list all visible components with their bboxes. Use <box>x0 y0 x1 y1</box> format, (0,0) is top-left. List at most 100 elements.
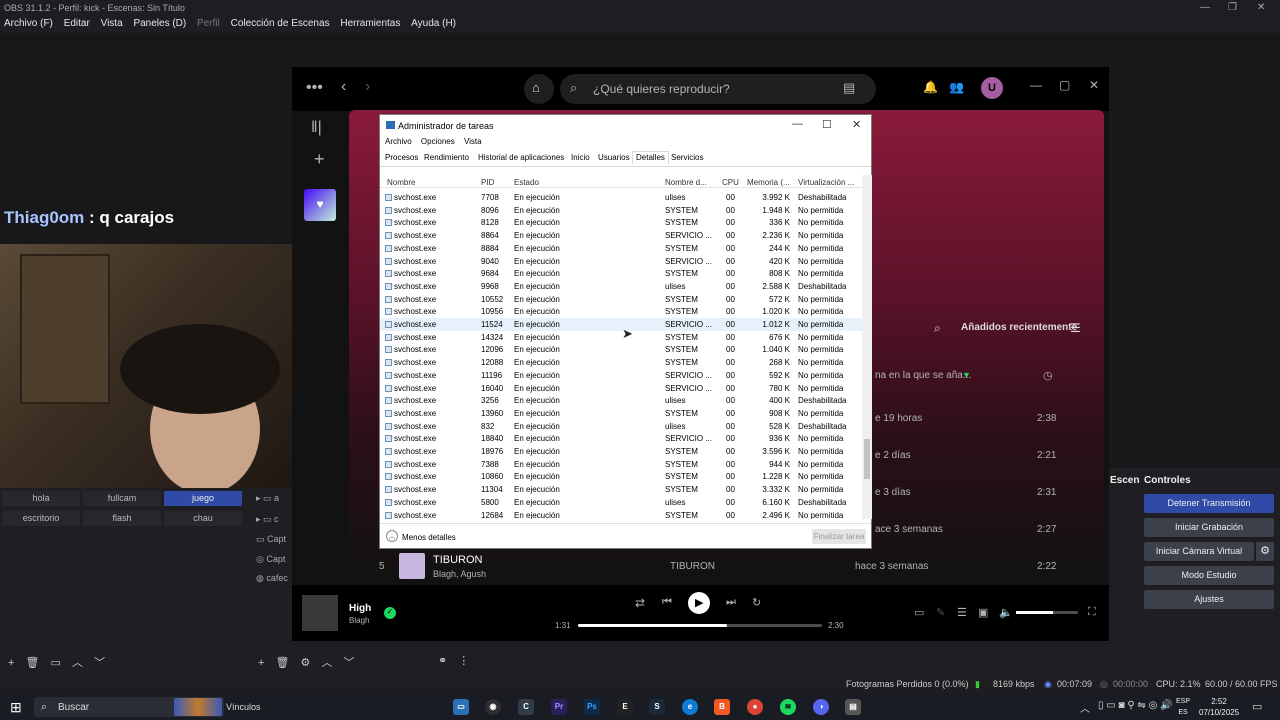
col-memoria[interactable]: Memoria (... <box>747 178 790 187</box>
scene-escritorio[interactable]: escritorio <box>2 511 80 526</box>
col-virtualizacion[interactable]: Virtualización ... <box>798 178 854 187</box>
table-row[interactable]: svchost.exe 13960 En ejecución SYSTEM 00 908 … <box>380 407 862 420</box>
table-row[interactable]: svchost.exe 14324 En ejecución SYSTEM 00 676 … <box>380 331 862 344</box>
bell-icon[interactable]: 🔔 <box>923 80 938 94</box>
table-row[interactable]: svchost.exe 12096 En ejecución SYSTEM 00 1.04… <box>380 343 862 356</box>
maximize-icon[interactable]: ❐ <box>1228 2 1237 13</box>
close-icon[interactable]: ✕ <box>852 118 861 131</box>
tm-menu-opciones[interactable]: Opciones <box>416 136 455 146</box>
volume-icon[interactable]: 🔈 <box>999 606 1013 619</box>
table-row[interactable]: svchost.exe 832 En ejecución ulises 00 528 K D… <box>380 420 862 433</box>
date-added-header[interactable]: na en la que se aña... <box>875 370 971 381</box>
queue-icon[interactable]: ☰ <box>957 606 967 619</box>
table-row[interactable]: svchost.exe 12088 En ejecución SYSTEM 00 268 … <box>380 356 862 369</box>
menu-paneles[interactable]: Paneles (D) <box>129 15 190 29</box>
tab-rendimiento[interactable]: Rendimiento <box>424 153 469 162</box>
search-input[interactable]: ⌕ ¿Qué quieres reproducir? ▤ <box>560 74 876 104</box>
close-icon[interactable]: ✕ <box>1089 78 1099 92</box>
maximize-icon[interactable]: ▢ <box>1059 78 1070 92</box>
end-task-button[interactable]: Finalizar tarea <box>812 529 866 544</box>
tab-servicios[interactable]: Servicios <box>671 153 703 162</box>
tab-procesos[interactable]: Procesos <box>385 153 418 162</box>
tab-historial[interactable]: Historial de aplicaciones <box>478 153 564 162</box>
library-icon[interactable]: ‖| <box>311 119 322 137</box>
virtual-camera-button[interactable]: Iniciar Cámara Virtual <box>1144 542 1254 561</box>
cursor-app-icon[interactable]: C <box>518 699 534 715</box>
volume-slider[interactable] <box>1016 611 1078 614</box>
track-title[interactable]: TIBURON <box>433 554 483 566</box>
tab-usuarios[interactable]: Usuarios <box>598 153 630 162</box>
table-row[interactable]: svchost.exe 8128 En ejecución SYSTEM 00 336 K… <box>380 216 862 229</box>
table-row[interactable]: svchost.exe 16040 En ejecución SERVICIO ...… <box>380 382 862 395</box>
tray-icons[interactable]: ▯ ▭ ◙ ⚲ ⇋ ◎ 🔊 <box>1098 700 1173 711</box>
task-manager-taskbar-icon[interactable]: ▤ <box>845 699 861 715</box>
liked-songs-icon[interactable]: ♥ <box>304 189 336 221</box>
tab-detalles[interactable]: Detalles <box>632 151 669 165</box>
col-estado[interactable]: Estado <box>514 178 539 187</box>
table-row[interactable]: svchost.exe 11196 En ejecución SERVICIO ...… <box>380 369 862 382</box>
start-recording-button[interactable]: Iniciar Grabación <box>1144 518 1274 537</box>
steam-icon[interactable]: S <box>649 699 665 715</box>
search-highlight-image[interactable] <box>174 698 222 716</box>
table-row[interactable]: svchost.exe 18840 En ejecución SERVICIO ...… <box>380 432 862 445</box>
lyrics-icon[interactable]: ▭ <box>914 606 924 619</box>
language-indicator[interactable]: ESP ES <box>1176 696 1190 718</box>
scrollbar-thumb[interactable] <box>864 439 870 479</box>
fullscreen-icon[interactable]: ⛶ <box>1088 606 1096 619</box>
less-details-link[interactable]: Menos detalles <box>402 533 456 542</box>
add-source-icon[interactable]: + <box>258 657 264 669</box>
link-icon[interactable]: ⚭ <box>438 654 447 667</box>
chevron-up-icon[interactable]: ︿ <box>386 530 398 542</box>
menu-editar[interactable]: Editar <box>60 15 94 29</box>
track-row[interactable]: 5 TIBURON Blagh, Agush TIBURON hace 3 se… <box>349 552 1104 580</box>
tm-menu-archivo[interactable]: Archivo <box>380 136 412 146</box>
table-row[interactable]: svchost.exe 9968 En ejecución ulises 00 2.588… <box>380 280 862 293</box>
col-pid[interactable]: PID <box>481 178 494 187</box>
menu-archivo[interactable]: Archivo (F) <box>0 15 57 29</box>
brave-icon[interactable]: B <box>714 699 730 715</box>
notification-icon[interactable]: ▭ <box>1252 700 1262 713</box>
source-item[interactable]: ◎ Capt <box>256 554 285 570</box>
table-row[interactable]: svchost.exe 8096 En ejecución SYSTEM 00 1.948… <box>380 204 862 217</box>
chrome-icon[interactable]: ● <box>747 699 763 715</box>
move-up-icon[interactable]: ︿ <box>321 654 332 670</box>
taskbar-search[interactable]: ⌕ Buscar <box>34 697 224 717</box>
edge-icon[interactable]: e <box>682 699 698 715</box>
add-scene-icon[interactable]: + <box>8 657 14 669</box>
scene-filter-icon[interactable]: ▭ <box>51 656 61 669</box>
col-cpu[interactable]: CPU <box>722 178 739 187</box>
close-icon[interactable]: ✕ <box>1257 2 1265 13</box>
table-row[interactable]: svchost.exe 8884 En ejecución SYSTEM 00 244 K… <box>380 242 862 255</box>
menu-herramientas[interactable]: Herramientas <box>336 15 404 29</box>
minimize-icon[interactable]: — <box>792 118 803 130</box>
epic-games-icon[interactable]: E <box>617 699 633 715</box>
table-row[interactable]: svchost.exe 3256 En ejecución ulises 00 400 K… <box>380 394 862 407</box>
move-down-icon[interactable]: ﹀ <box>94 654 105 670</box>
table-row[interactable]: svchost.exe 9684 En ejecución SYSTEM 00 808 K… <box>380 267 862 280</box>
scrollbar[interactable] <box>862 175 872 519</box>
table-row[interactable]: svchost.exe 11304 En ejecución SYSTEM 00 3.33… <box>380 483 862 496</box>
remove-source-icon[interactable]: 🗑 <box>276 656 290 669</box>
saved-check-icon[interactable]: ✓ <box>384 607 396 619</box>
move-down-icon[interactable]: ﹀ <box>344 654 355 670</box>
now-playing-cover[interactable] <box>302 595 338 631</box>
track-artist[interactable]: Blagh, Agush <box>433 569 486 579</box>
mic-icon[interactable]: ✎ <box>936 606 945 619</box>
table-row[interactable]: svchost.exe 10956 En ejecución SYSTEM 00 1.02… <box>380 305 862 318</box>
col-usuario[interactable]: Nombre d... <box>665 178 707 187</box>
more-icon[interactable]: ••• <box>306 79 323 97</box>
source-item[interactable]: ▭ Capt <box>256 534 286 550</box>
plus-icon[interactable]: + <box>314 149 325 170</box>
table-row[interactable]: svchost.exe 11524 En ejecución SERVICIO ...… <box>380 318 862 331</box>
scene-chau[interactable]: chau <box>164 511 242 526</box>
menu-vista[interactable]: Vista <box>97 15 127 29</box>
source-item[interactable]: ▸ ▭ c <box>256 514 279 530</box>
table-row[interactable]: svchost.exe 9040 En ejecución SERVICIO ... 0… <box>380 255 862 268</box>
settings-button[interactable]: Ajustes <box>1144 590 1274 609</box>
col-nombre[interactable]: Nombre <box>387 178 415 187</box>
now-playing-artist[interactable]: Blagh <box>349 616 369 625</box>
spotify-icon[interactable]: ≋ <box>780 699 796 715</box>
stop-stream-button[interactable]: Detener Transmisión <box>1144 494 1274 513</box>
previous-icon[interactable]: ⏮ <box>662 596 672 609</box>
play-button[interactable]: ▶ <box>688 592 710 614</box>
